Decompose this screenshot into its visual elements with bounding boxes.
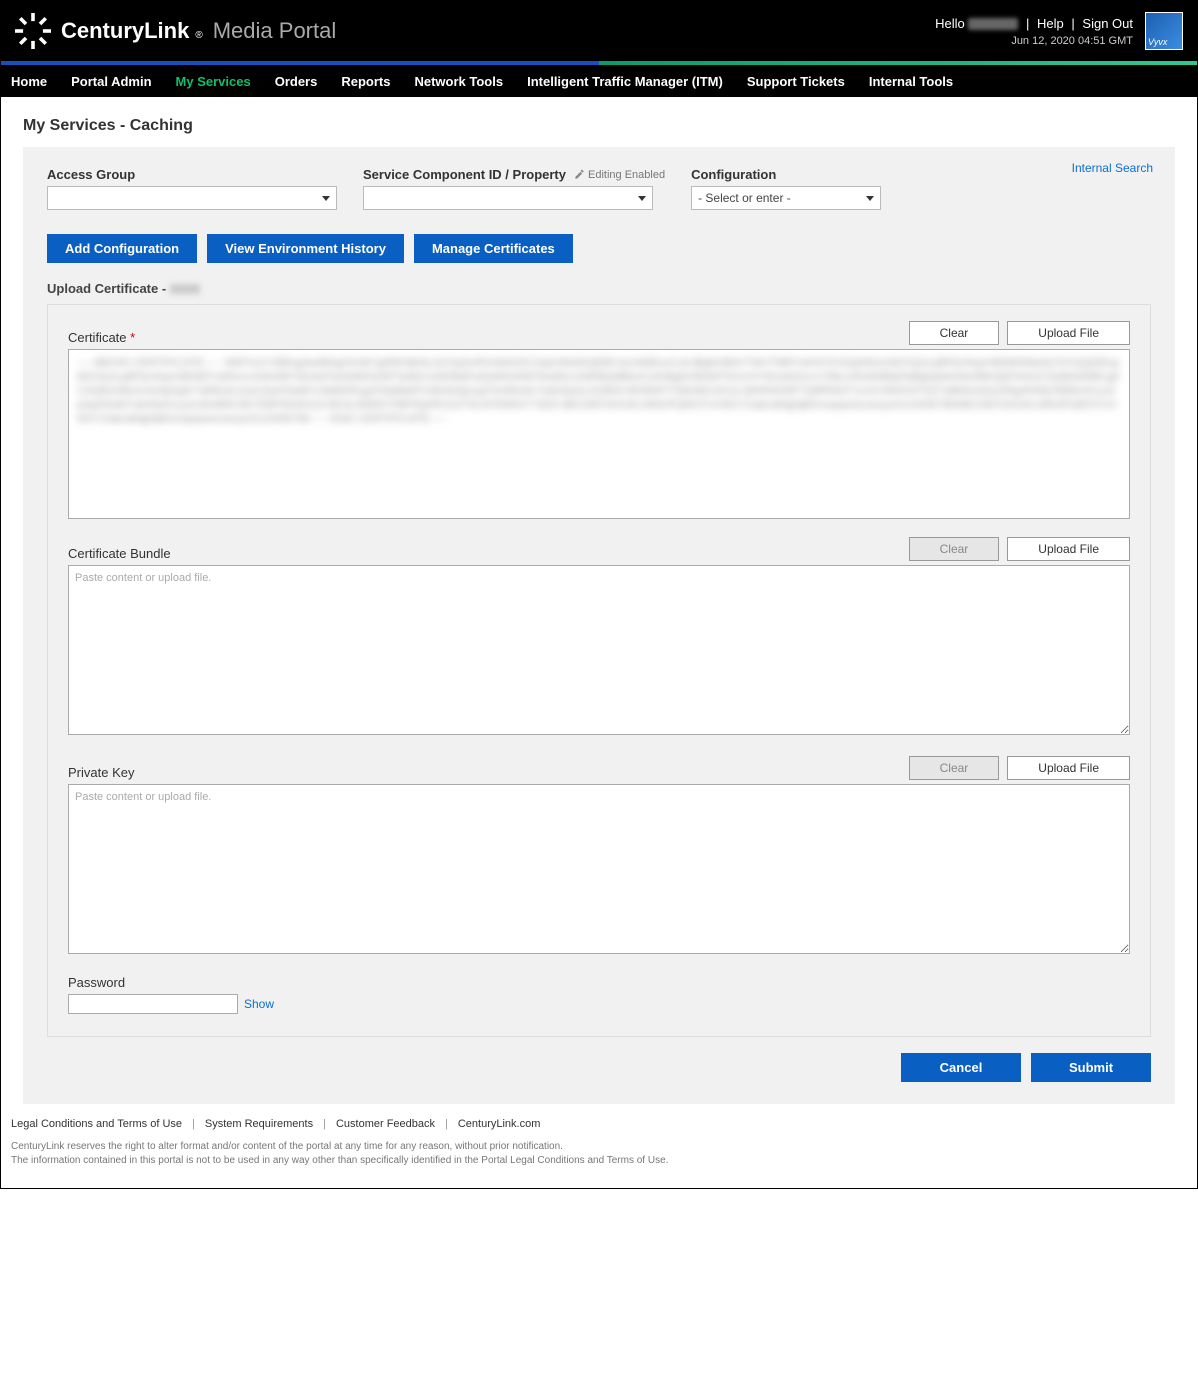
nav-orders[interactable]: Orders [275, 74, 318, 89]
access-group-label: Access Group [47, 167, 337, 182]
header-right: Hello | Help | Sign Out Jun 12, 2020 04:… [935, 12, 1183, 50]
header-timestamp: Jun 12, 2020 04:51 GMT [935, 35, 1133, 47]
cert-name-redacted [170, 284, 200, 294]
footer-legal-link[interactable]: Legal Conditions and Terms of Use [11, 1118, 182, 1130]
main-panel: Internal Search Access Group Service Com… [23, 147, 1175, 1104]
brand-subtitle: Media Portal [213, 18, 337, 44]
caret-icon [322, 196, 330, 201]
internal-search-link[interactable]: Internal Search [1072, 161, 1153, 175]
certificate-clear-button[interactable]: Clear [909, 321, 1000, 345]
brand-name: CenturyLink [61, 18, 189, 44]
private-key-label: Private Key [68, 765, 134, 780]
nav-my-services[interactable]: My Services [176, 74, 251, 89]
brand-logo-icon [15, 13, 51, 49]
footer-sysreq-link[interactable]: System Requirements [205, 1118, 313, 1130]
caret-icon [638, 196, 646, 201]
main-nav: Home Portal Admin My Services Orders Rep… [1, 65, 1197, 97]
nav-internal[interactable]: Internal Tools [869, 74, 953, 89]
edit-icon [574, 169, 585, 180]
signout-link[interactable]: Sign Out [1082, 16, 1133, 31]
certificate-label: Certificate * [68, 330, 135, 345]
nav-support[interactable]: Support Tickets [747, 74, 845, 89]
bundle-textarea[interactable] [68, 565, 1130, 735]
bundle-upload-button[interactable]: Upload File [1007, 537, 1130, 561]
nav-home[interactable]: Home [11, 74, 47, 89]
brand-reg: ® [195, 30, 202, 41]
hello-label: Hello [935, 16, 965, 31]
add-configuration-button[interactable]: Add Configuration [47, 234, 197, 263]
key-upload-button[interactable]: Upload File [1007, 756, 1130, 780]
view-environment-history-button[interactable]: View Environment History [207, 234, 404, 263]
nav-itm[interactable]: Intelligent Traffic Manager (ITM) [527, 74, 723, 89]
certificate-textarea[interactable]: -----BEGIN CERTIFICATE----- MIIFXzCCBEeg… [68, 349, 1130, 519]
key-clear-button[interactable]: Clear [909, 756, 1000, 780]
nav-reports[interactable]: Reports [341, 74, 390, 89]
submit-button[interactable]: Submit [1031, 1053, 1151, 1082]
configuration-value: - Select or enter - [698, 191, 791, 205]
configuration-select[interactable]: - Select or enter - [691, 186, 881, 210]
nav-network-tools[interactable]: Network Tools [414, 74, 503, 89]
help-link[interactable]: Help [1037, 16, 1064, 31]
scid-select[interactable] [363, 186, 653, 210]
footer-clcom-link[interactable]: CenturyLink.com [458, 1118, 541, 1130]
scid-label: Service Component ID / Property [363, 167, 566, 182]
configuration-label: Configuration [691, 167, 881, 182]
user-name-redacted [968, 18, 1018, 30]
caret-icon [866, 196, 874, 201]
cancel-button[interactable]: Cancel [901, 1053, 1021, 1082]
footer: Legal Conditions and Terms of Use | Syst… [1, 1104, 1197, 1188]
private-key-textarea[interactable] [68, 784, 1130, 954]
access-group-select[interactable] [47, 186, 337, 210]
footer-disclaimer-2: The information contained in this portal… [11, 1154, 1187, 1168]
brand: CenturyLink ® Media Portal [15, 13, 336, 49]
nav-portal-admin[interactable]: Portal Admin [71, 74, 151, 89]
upload-cert-section-title: Upload Certificate - [47, 281, 1151, 296]
certificate-panel: Certificate * Clear Upload File -----BEG… [47, 304, 1151, 1037]
password-input[interactable] [68, 994, 238, 1014]
certificate-content-redacted: -----BEGIN CERTIFICATE----- MIIFXzCCBEeg… [77, 356, 1121, 426]
bundle-clear-button[interactable]: Clear [909, 537, 1000, 561]
page-title: My Services - Caching [23, 117, 1175, 135]
vyvx-logo: Vyvx [1145, 12, 1183, 50]
password-label: Password [68, 975, 1130, 990]
password-show-link[interactable]: Show [244, 997, 274, 1011]
bundle-label: Certificate Bundle [68, 546, 171, 561]
certificate-upload-button[interactable]: Upload File [1007, 321, 1130, 345]
topbar: CenturyLink ® Media Portal Hello | Help |… [1, 1, 1197, 61]
footer-disclaimer-1: CenturyLink reserves the right to alter … [11, 1140, 1187, 1154]
footer-feedback-link[interactable]: Customer Feedback [336, 1118, 435, 1130]
editing-enabled-badge: Editing Enabled [574, 169, 665, 181]
manage-certificates-button[interactable]: Manage Certificates [414, 234, 573, 263]
